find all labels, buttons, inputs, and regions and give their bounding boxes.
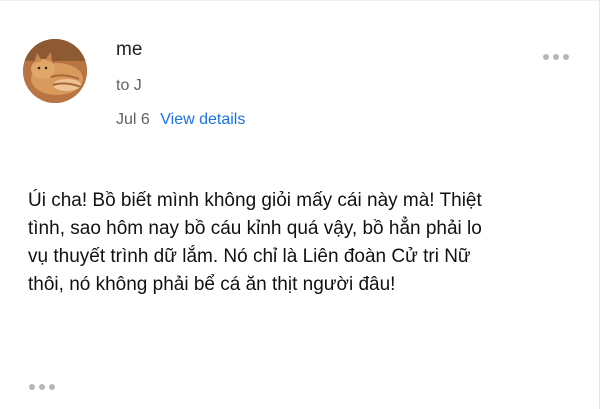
dot (49, 384, 55, 390)
avatar[interactable] (23, 39, 87, 103)
dot (29, 384, 35, 390)
message-date: Jul 6 (116, 111, 150, 128)
cat-photo-icon (23, 39, 87, 103)
show-trimmed-content-icon[interactable] (25, 380, 59, 394)
dot (543, 54, 549, 60)
recipient-line: to J (116, 77, 142, 94)
dot (39, 384, 45, 390)
date-row: Jul 6 View details (116, 111, 245, 129)
email-message-card: me to J Jul 6 View details Úi cha! Bồ bi… (0, 0, 600, 409)
sender-name: me (116, 39, 143, 60)
dot (563, 54, 569, 60)
message-body: Úi cha! Bồ biết mình không giỏi mấy cái … (28, 190, 482, 295)
view-details-link[interactable]: View details (160, 111, 245, 128)
more-options-icon[interactable] (541, 50, 571, 64)
dot (553, 54, 559, 60)
